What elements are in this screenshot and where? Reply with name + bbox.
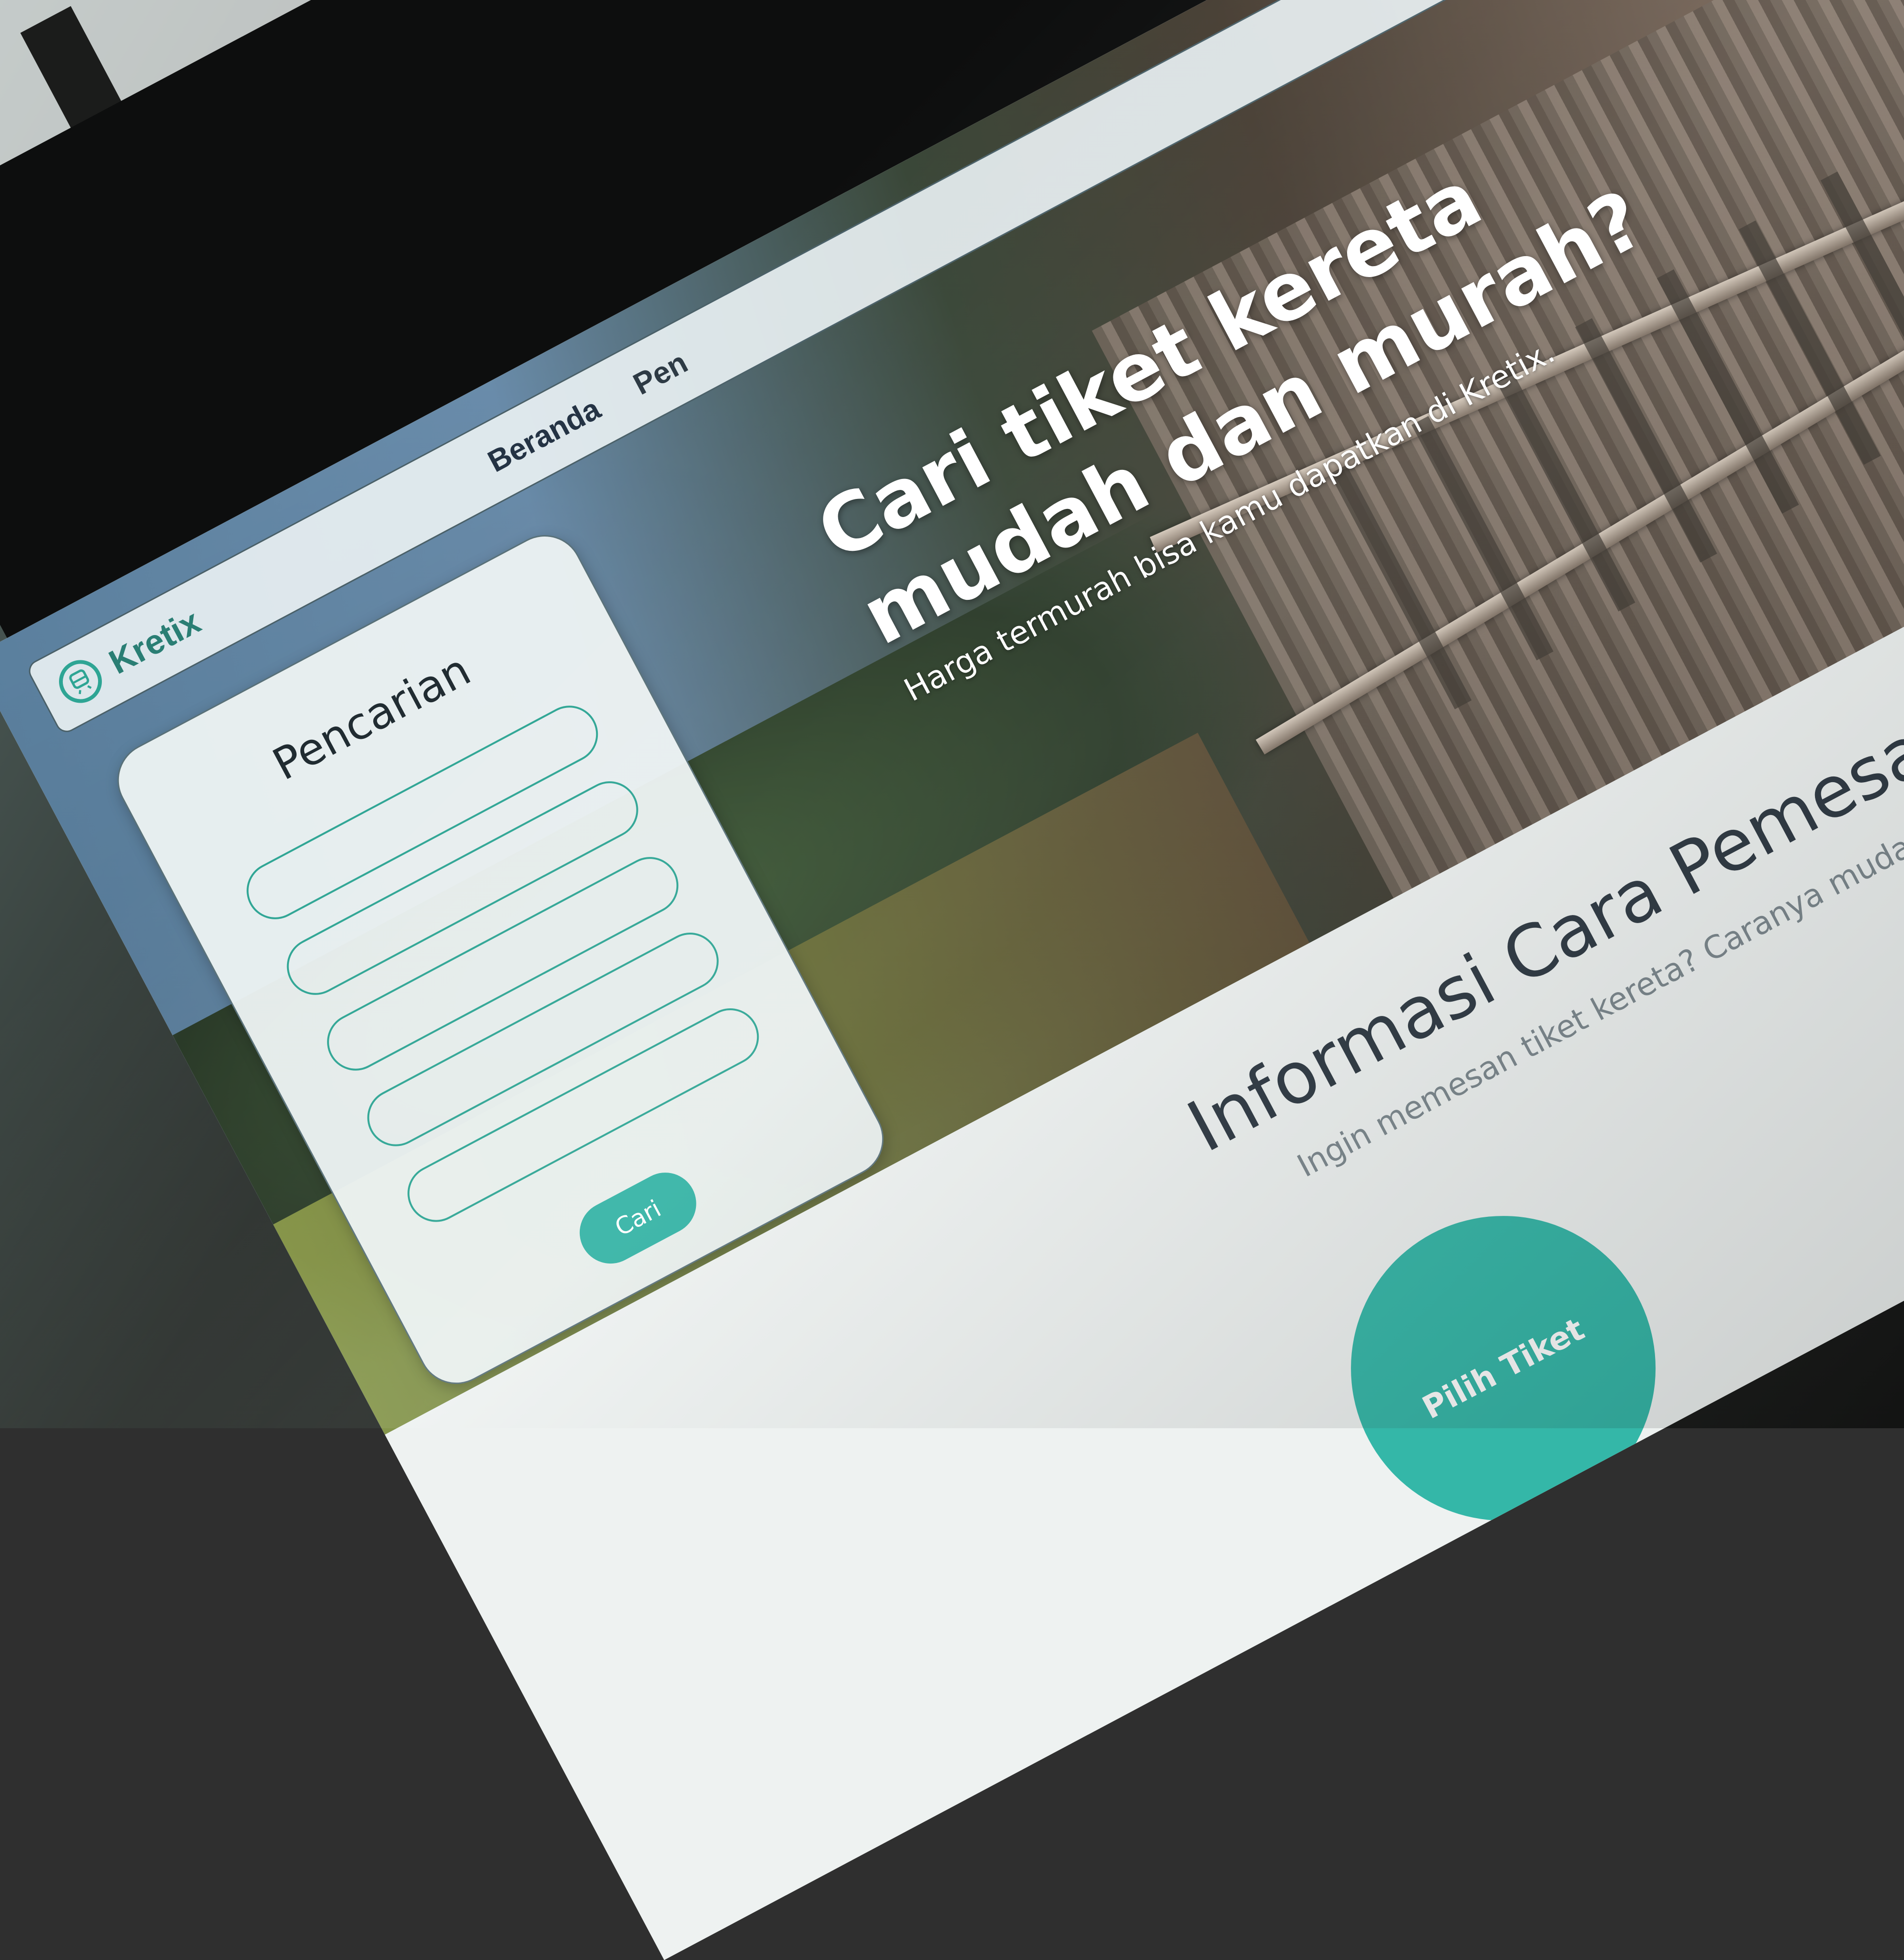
step-label: Pilih Tiket [1416, 1310, 1590, 1426]
brand-name: Kretix [103, 602, 207, 682]
nav-item-beranda[interactable]: Beranda [482, 391, 606, 479]
search-button[interactable]: Cari [568, 1162, 707, 1275]
brand[interactable]: Kretix [51, 600, 208, 711]
train-icon-svg [69, 669, 92, 694]
step-pilih-tiket[interactable]: Pilih Tiket [1297, 1162, 1709, 1574]
nav-item-pen[interactable]: Pen [627, 345, 693, 402]
train-icon [51, 652, 109, 711]
